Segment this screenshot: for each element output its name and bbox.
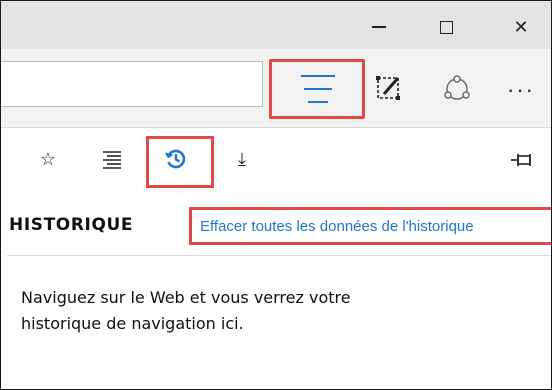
hub-icon-line-1 xyxy=(301,75,335,77)
address-bar[interactable] xyxy=(1,61,263,107)
history-title: HISTORIQUE xyxy=(9,215,134,235)
share-icon xyxy=(444,75,470,100)
divider xyxy=(7,255,551,256)
star-icon: ☆ xyxy=(39,148,57,169)
more-icon: ··· xyxy=(507,77,535,102)
maximize-button[interactable] xyxy=(426,7,466,47)
minimize-icon xyxy=(372,26,386,28)
history-header: HISTORIQUE Effacer toutes les données de… xyxy=(1,201,551,251)
hub-icon-line-3 xyxy=(308,101,328,103)
minimize-button[interactable] xyxy=(359,7,399,47)
tab-reading-list[interactable] xyxy=(97,144,127,174)
share-button[interactable] xyxy=(439,71,475,107)
close-button[interactable]: ✕ xyxy=(501,7,541,47)
hub-tab-bar: ☆ ⤓ xyxy=(1,128,551,192)
tab-downloads[interactable]: ⤓ xyxy=(227,144,257,174)
download-icon: ⤓ xyxy=(238,148,246,169)
pin-pane-button[interactable] xyxy=(507,146,537,174)
reading-list-icon xyxy=(103,151,121,169)
hub-button[interactable] xyxy=(301,75,335,103)
close-icon: ✕ xyxy=(513,16,529,37)
history-tab-highlight xyxy=(146,136,214,188)
toolbar: ··· xyxy=(1,49,551,128)
more-button[interactable]: ··· xyxy=(501,75,541,105)
tab-favorites[interactable]: ☆ xyxy=(33,144,63,174)
maximize-icon xyxy=(439,20,453,34)
title-bar: ✕ xyxy=(1,1,551,49)
empty-message-line-2: historique de navigation ici. xyxy=(21,314,244,333)
web-note-icon xyxy=(376,76,400,100)
hub-icon-line-2 xyxy=(304,88,332,90)
pin-icon xyxy=(511,154,531,166)
web-note-button[interactable] xyxy=(371,71,407,107)
browser-window: ✕ ··· ☆ ⤓ HISTORIQUE Effacer toutes les … xyxy=(0,0,552,390)
history-empty-message: Naviguez sur le Web et vous verrez votre… xyxy=(21,285,521,337)
empty-message-line-1: Naviguez sur le Web et vous verrez votre xyxy=(21,288,351,307)
clear-history-link[interactable]: Effacer toutes les données de l'historiq… xyxy=(189,207,551,245)
